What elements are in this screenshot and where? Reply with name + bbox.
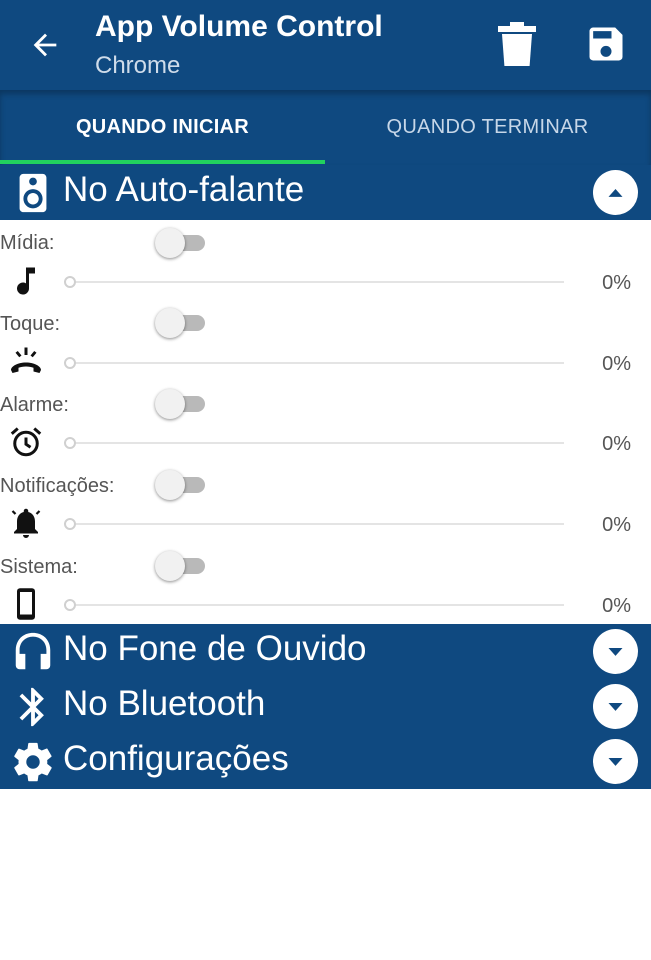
- system-toggle[interactable]: [155, 548, 207, 582]
- ringtone-toggle[interactable]: [155, 305, 207, 339]
- notifications-toggle[interactable]: [155, 467, 207, 501]
- section-bluetooth-label: No Bluetooth: [63, 684, 266, 723]
- app-bar: App Volume Control Chrome: [0, 0, 651, 90]
- ringtone-volume-value: 0%: [602, 353, 631, 375]
- gear-icon: [10, 739, 56, 785]
- headphones-icon: [10, 629, 56, 675]
- app-subtitle: Chrome: [95, 52, 181, 79]
- app-title: App Volume Control: [95, 10, 383, 43]
- system-label: Sistema:: [0, 556, 78, 578]
- notifications-volume-value: 0%: [602, 514, 631, 536]
- ringing-phone-icon: [8, 343, 44, 379]
- notifications-label: Notificações:: [0, 475, 115, 497]
- section-settings[interactable]: Configurações: [0, 734, 651, 789]
- system-volume-slider[interactable]: [64, 599, 564, 611]
- alarm-volume-slider[interactable]: [64, 437, 564, 449]
- ringtone-volume-slider[interactable]: [64, 357, 564, 369]
- system-volume-value: 0%: [602, 595, 631, 617]
- tab-quando-terminar[interactable]: QUANDO TERMINAR: [325, 90, 650, 165]
- tab-bar: QUANDO INICIAR QUANDO TERMINAR: [0, 90, 651, 165]
- bell-icon: [8, 505, 44, 541]
- media-toggle[interactable]: [155, 225, 207, 259]
- tab-quando-iniciar[interactable]: QUANDO INICIAR: [0, 90, 325, 165]
- floppy-save-icon[interactable]: [584, 22, 628, 66]
- section-headphones-label: No Fone de Ouvido: [63, 629, 367, 668]
- notifications-volume-slider[interactable]: [64, 518, 564, 530]
- smartphone-icon: [8, 586, 44, 622]
- chevron-down-icon[interactable]: [593, 629, 638, 674]
- alarm-label: Alarme:: [0, 394, 69, 416]
- chevron-down-icon[interactable]: [593, 684, 638, 729]
- chevron-up-icon[interactable]: [593, 170, 638, 215]
- speaker-icon: [10, 170, 56, 216]
- trash-icon[interactable]: [498, 22, 536, 66]
- media-volume-value: 0%: [602, 272, 631, 294]
- media-label: Mídia:: [0, 232, 55, 254]
- ringtone-label: Toque:: [0, 313, 61, 335]
- alarm-toggle[interactable]: [155, 386, 207, 420]
- section-settings-label: Configurações: [63, 739, 289, 778]
- section-speaker[interactable]: No Auto-falante: [0, 165, 651, 220]
- bluetooth-icon: [10, 684, 56, 730]
- music-note-icon: [8, 263, 44, 299]
- section-headphones[interactable]: No Fone de Ouvido: [0, 624, 651, 679]
- section-bluetooth[interactable]: No Bluetooth: [0, 679, 651, 734]
- alarm-volume-value: 0%: [602, 433, 631, 455]
- section-speaker-label: No Auto-falante: [63, 170, 305, 209]
- tab-indicator: [0, 160, 325, 164]
- chevron-down-icon[interactable]: [593, 739, 638, 784]
- media-volume-slider[interactable]: [64, 276, 564, 288]
- arrow-back-icon[interactable]: [28, 28, 62, 62]
- alarm-clock-icon: [8, 424, 44, 460]
